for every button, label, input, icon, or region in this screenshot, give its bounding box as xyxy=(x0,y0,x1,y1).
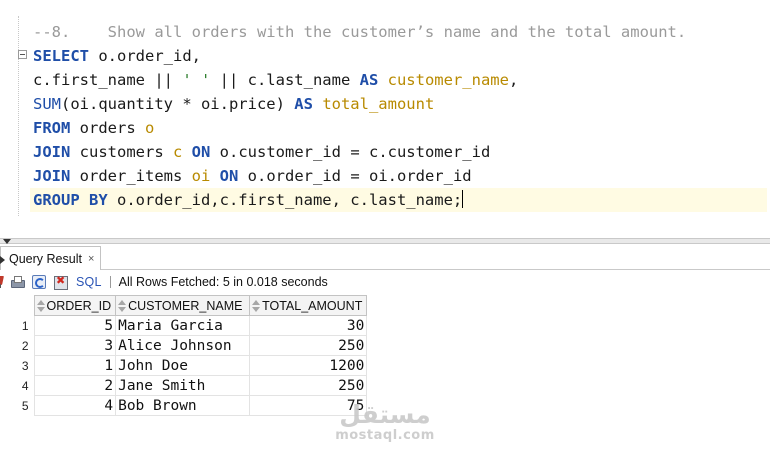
sql-alias: total_amount xyxy=(322,95,435,113)
cell-customer-name[interactable]: Bob Brown xyxy=(115,395,251,416)
sql-text: , xyxy=(508,71,519,89)
code-line[interactable]: --8. Show all orders with the customer’s… xyxy=(33,20,767,44)
column-header-order-id[interactable]: ORDER_ID xyxy=(33,295,117,316)
sql-text: order_items xyxy=(70,167,192,185)
tab-close-icon[interactable]: × xyxy=(88,253,94,265)
sql-alias: o xyxy=(144,119,155,137)
watermark-arabic-text: مستقل xyxy=(339,400,431,429)
code-line[interactable]: JOIN customers c ON o.customer_id = c.cu… xyxy=(33,140,767,164)
sql-text: || c.last_name xyxy=(210,71,360,89)
table-row[interactable]: 3 1 John Doe 1200 xyxy=(0,355,368,376)
sql-keyword: JOIN xyxy=(33,143,71,161)
fold-collapse-icon[interactable] xyxy=(18,50,27,59)
sql-keyword: ON xyxy=(191,143,211,161)
sql-string: ' ' xyxy=(182,71,211,89)
text-caret xyxy=(462,190,464,208)
freeze-pin-icon[interactable] xyxy=(0,275,4,289)
column-header-label: CUSTOMER_NAME xyxy=(128,298,243,313)
cell-total-amount[interactable]: 250 xyxy=(249,335,368,356)
column-header-label: TOTAL_AMOUNT xyxy=(262,298,363,313)
sql-keyword: GROUP BY xyxy=(33,191,108,209)
sql-text: c.first_name || xyxy=(33,71,183,89)
cell-customer-name[interactable]: Maria Garcia xyxy=(115,315,251,336)
row-number[interactable]: 4 xyxy=(0,376,34,396)
tab-query-result[interactable]: Query Result × xyxy=(0,246,102,270)
sql-keyword: AS xyxy=(294,95,313,113)
sql-keyword: FROM xyxy=(33,119,71,137)
row-number-header xyxy=(0,296,34,316)
cell-customer-name[interactable]: Alice Johnson xyxy=(115,335,251,356)
cell-order-id[interactable]: 2 xyxy=(33,375,117,396)
sql-keyword: ON xyxy=(219,167,239,185)
row-number[interactable]: 5 xyxy=(0,396,34,416)
table-row[interactable]: 5 4 Bob Brown 75 xyxy=(0,395,368,416)
row-number[interactable]: 1 xyxy=(0,316,34,336)
cancel-query-icon[interactable] xyxy=(54,274,68,290)
sql-function: SUM xyxy=(33,95,61,113)
table-row[interactable]: 2 3 Alice Johnson 250 xyxy=(0,335,368,356)
sql-alias: customer_name xyxy=(387,71,509,89)
cell-total-amount[interactable]: 1200 xyxy=(249,355,368,376)
sort-icon[interactable] xyxy=(36,299,45,312)
cell-order-id[interactable]: 1 xyxy=(33,355,117,376)
toolbar-separator xyxy=(109,276,111,288)
cell-customer-name[interactable]: Jane Smith xyxy=(115,375,251,396)
sql-alias: c xyxy=(172,143,183,161)
fetch-status: All Rows Fetched: 5 in 0.018 seconds xyxy=(118,275,328,289)
sql-keyword: AS xyxy=(359,71,379,89)
cell-customer-name[interactable]: John Doe xyxy=(115,355,251,376)
column-header-total-amount[interactable]: TOTAL_AMOUNT xyxy=(249,295,368,316)
code-line-current[interactable]: GROUP BY o.order_id,c.first_name, c.last… xyxy=(30,188,767,212)
watermark-logo: مستقل mostaql.com xyxy=(334,402,436,444)
sql-text: customers xyxy=(70,143,173,161)
cell-order-id[interactable]: 3 xyxy=(33,335,117,356)
code-line[interactable]: JOIN order_items oi ON o.order_id = oi.o… xyxy=(33,164,767,188)
row-number[interactable]: 3 xyxy=(0,356,34,376)
sql-editor[interactable]: --8. Show all orders with the customer’s… xyxy=(0,0,770,238)
cell-total-amount[interactable]: 250 xyxy=(249,375,368,396)
watermark-latin-text: mostaql.com xyxy=(335,428,435,443)
code-line[interactable]: SUM(oi.quantity * oi.price) AS total_amo… xyxy=(33,92,767,116)
sql-keyword: SELECT xyxy=(33,47,89,65)
sql-text: (oi.quantity * oi.price) xyxy=(61,95,295,113)
sql-button[interactable]: SQL xyxy=(76,275,102,289)
sql-text: o.customer_id = c.customer_id xyxy=(210,143,491,161)
code-line[interactable]: SELECT o.order_id, xyxy=(33,44,767,68)
code-line[interactable]: FROM orders o xyxy=(33,116,767,140)
code-line[interactable]: c.first_name || ' ' || c.last_name AS cu… xyxy=(33,68,767,92)
table-row[interactable]: 1 5 Maria Garcia 30 xyxy=(0,315,368,336)
sql-alias: oi xyxy=(191,167,211,185)
column-header-customer-name[interactable]: CUSTOMER_NAME xyxy=(115,295,251,316)
sort-icon[interactable] xyxy=(118,299,127,312)
code-area[interactable]: --8. Show all orders with the customer’s… xyxy=(30,20,767,212)
tab-query-result-label: Query Result xyxy=(9,251,82,266)
column-header-label: ORDER_ID xyxy=(46,298,112,313)
sql-text: o.order_id = oi.order_id xyxy=(238,167,472,185)
sql-comment: --8. Show all orders with the customer’s… xyxy=(33,23,687,41)
print-icon[interactable] xyxy=(10,275,25,289)
results-tabbar: Query Result × xyxy=(0,244,770,270)
sort-icon[interactable] xyxy=(252,299,261,312)
table-row[interactable]: 4 2 Jane Smith 250 xyxy=(0,375,368,396)
sql-text: o.order_id, xyxy=(89,47,201,65)
results-grid[interactable]: ORDER_ID CUSTOMER_NAME TOTAL_AMOUNT 1 5 … xyxy=(0,295,368,416)
cell-total-amount[interactable]: 30 xyxy=(249,315,368,336)
cell-order-id[interactable]: 5 xyxy=(33,315,117,336)
refresh-icon[interactable] xyxy=(32,275,46,289)
sql-text: orders xyxy=(70,119,145,137)
sql-text: o.order_id,c.first_name, c.last_name; xyxy=(107,191,463,209)
tab-active-marker-icon xyxy=(0,256,5,264)
cell-order-id[interactable]: 4 xyxy=(33,395,117,416)
row-number[interactable]: 2 xyxy=(0,336,34,356)
results-toolbar: SQL All Rows Fetched: 5 in 0.018 seconds xyxy=(0,271,770,293)
editor-gutter xyxy=(18,16,19,216)
sql-keyword: JOIN xyxy=(33,167,71,185)
